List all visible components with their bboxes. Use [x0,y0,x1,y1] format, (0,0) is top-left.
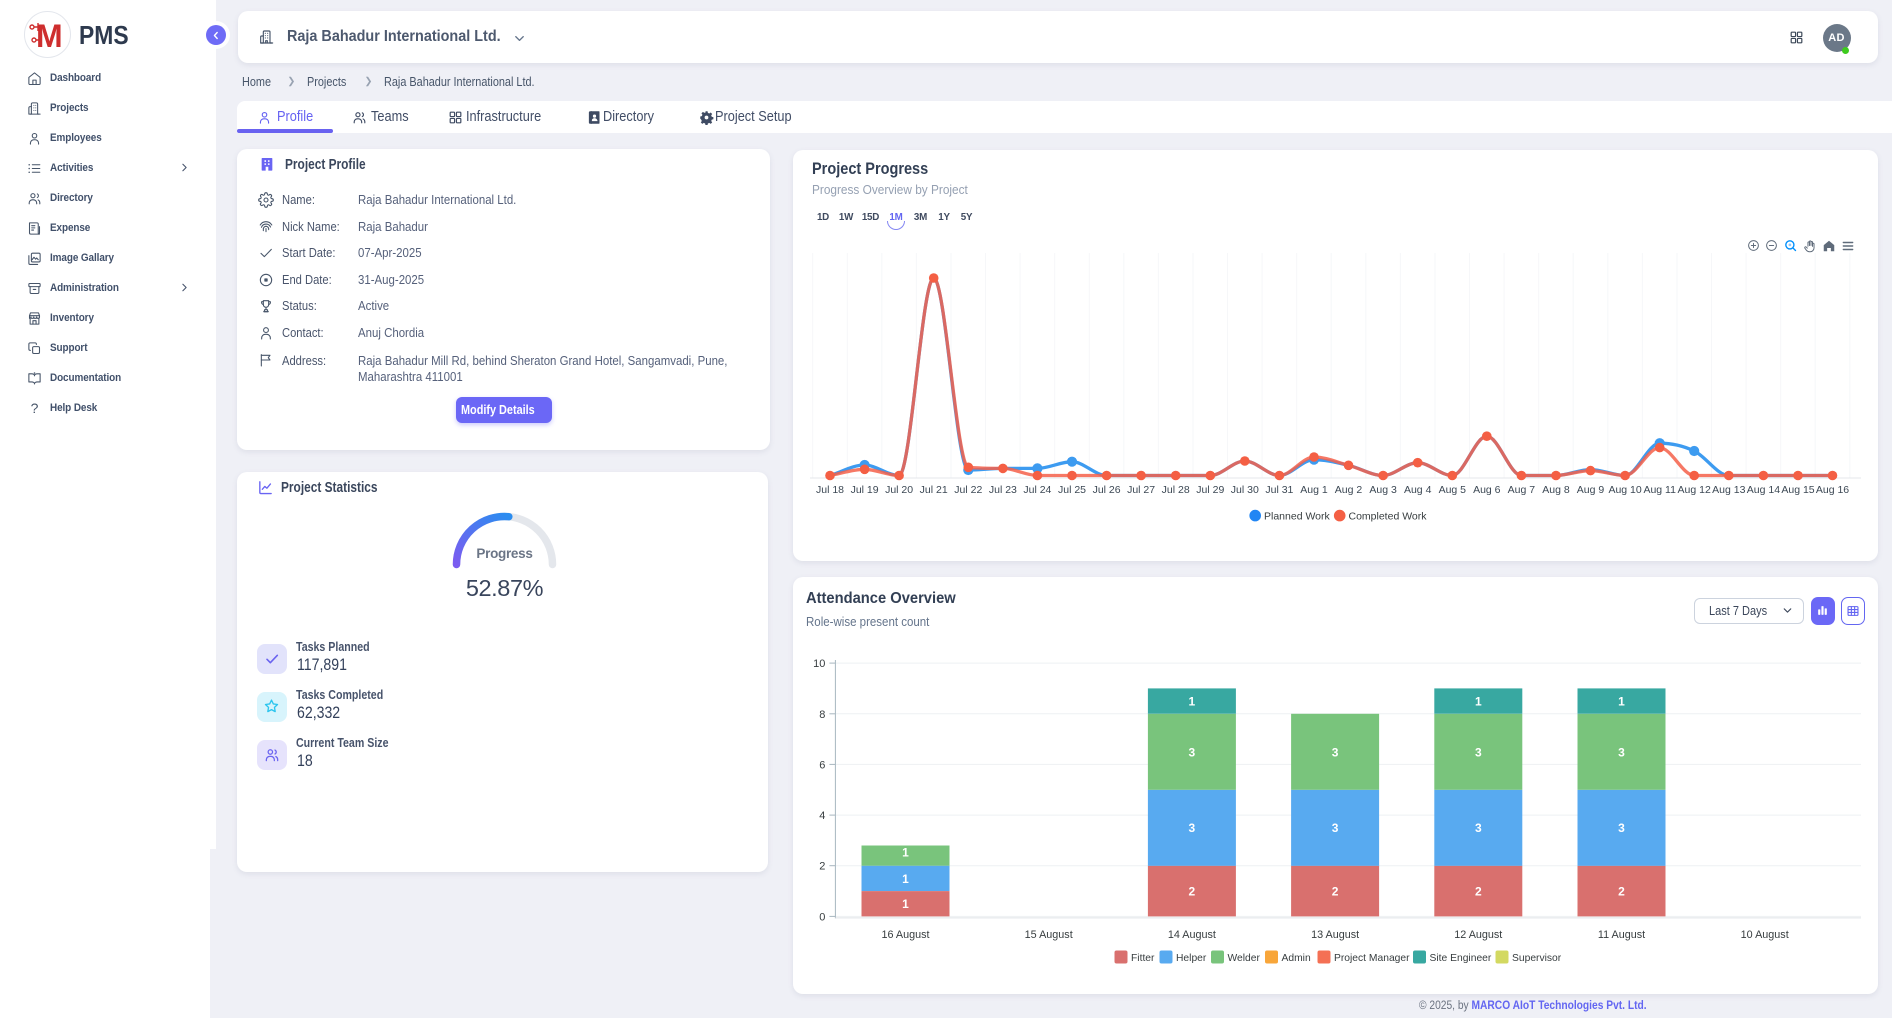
svg-text:10 August: 10 August [1741,929,1789,941]
svg-text:10: 10 [813,658,825,670]
svg-text:1: 1 [902,872,909,886]
svg-text:Jul 29: Jul 29 [1196,484,1224,496]
svg-text:Helper: Helper [1176,953,1207,964]
svg-text:1: 1 [1618,695,1625,709]
svg-text:Admin: Admin [1282,953,1311,964]
svg-text:3: 3 [1332,745,1339,759]
svg-text:Aug 2: Aug 2 [1335,484,1363,496]
svg-text:Aug 5: Aug 5 [1439,484,1467,496]
svg-text:Jul 31: Jul 31 [1265,484,1293,496]
svg-text:Jul 28: Jul 28 [1162,484,1190,496]
svg-text:Jul 26: Jul 26 [1093,484,1121,496]
svg-text:M: M [36,18,62,54]
svg-text:Jul 22: Jul 22 [954,484,982,496]
svg-text:Jul 21: Jul 21 [920,484,948,496]
svg-text:Aug 12: Aug 12 [1678,484,1711,496]
svg-text:Aug 14: Aug 14 [1747,484,1780,496]
svg-text:Jul 30: Jul 30 [1231,484,1259,496]
svg-text:Aug 6: Aug 6 [1473,484,1501,496]
svg-text:3: 3 [1189,745,1196,759]
svg-text:3: 3 [1475,821,1482,835]
svg-text:13 August: 13 August [1311,929,1359,941]
svg-text:12 August: 12 August [1454,929,1502,941]
svg-text:Welder: Welder [1228,953,1261,964]
svg-text:Jul 27: Jul 27 [1127,484,1155,496]
svg-text:Aug 10: Aug 10 [1608,484,1641,496]
svg-text:2: 2 [1475,885,1482,899]
svg-text:1: 1 [902,846,909,860]
svg-text:Jul 25: Jul 25 [1058,484,1086,496]
svg-text:Completed Work: Completed Work [1349,511,1428,523]
svg-text:3: 3 [1332,821,1339,835]
svg-text:16 August: 16 August [881,929,929,941]
svg-text:Aug 8: Aug 8 [1542,484,1570,496]
svg-text:Project Manager: Project Manager [1334,953,1410,964]
svg-text:Supervisor: Supervisor [1512,953,1562,964]
svg-text:Aug 7: Aug 7 [1508,484,1536,496]
svg-text:4: 4 [819,810,825,822]
svg-text:Aug 4: Aug 4 [1404,484,1432,496]
svg-text:Jul 18: Jul 18 [816,484,844,496]
svg-text:1: 1 [902,897,909,911]
svg-text:Aug 13: Aug 13 [1712,484,1745,496]
svg-text:Aug 11: Aug 11 [1643,484,1676,496]
svg-text:Jul 24: Jul 24 [1023,484,1051,496]
svg-text:Jul 20: Jul 20 [885,484,913,496]
svg-text:3: 3 [1618,745,1625,759]
svg-text:2: 2 [1189,885,1196,899]
svg-text:14 August: 14 August [1168,929,1216,941]
svg-text:2: 2 [1332,885,1339,899]
svg-text:Aug 16: Aug 16 [1816,484,1849,496]
svg-text:11 August: 11 August [1598,929,1645,941]
svg-text:15 August: 15 August [1025,929,1073,941]
svg-text:Fitter: Fitter [1131,953,1155,964]
svg-text:1: 1 [1475,695,1482,709]
svg-text:3: 3 [1618,821,1625,835]
svg-text:2: 2 [1618,885,1625,899]
svg-text:Jul 19: Jul 19 [851,484,879,496]
svg-text:Planned Work: Planned Work [1264,511,1331,523]
svg-text:Aug 1: Aug 1 [1300,484,1328,496]
svg-text:Aug 9: Aug 9 [1577,484,1605,496]
svg-text:0: 0 [819,911,825,923]
svg-text:Aug 15: Aug 15 [1781,484,1814,496]
svg-text:Aug 3: Aug 3 [1369,484,1397,496]
svg-text:Site Engineer: Site Engineer [1430,953,1492,964]
svg-text:6: 6 [819,759,825,771]
svg-text:3: 3 [1475,745,1482,759]
svg-text:8: 8 [819,709,825,721]
svg-text:Jul 23: Jul 23 [989,484,1017,496]
svg-text:2: 2 [819,861,825,873]
svg-text:1: 1 [1189,695,1196,709]
svg-text:3: 3 [1189,821,1196,835]
